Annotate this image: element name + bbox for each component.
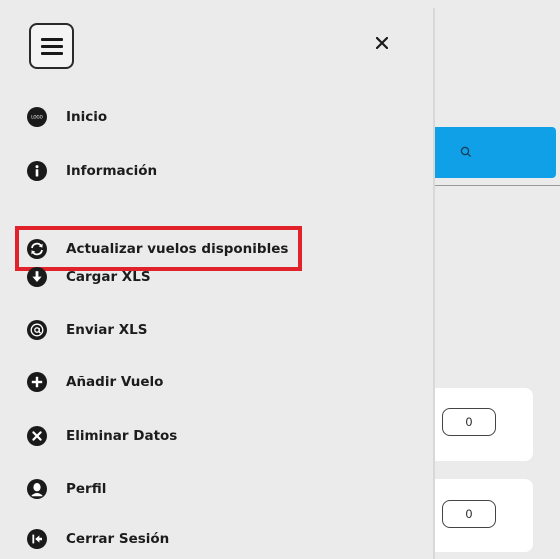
hamburger-line <box>40 51 63 55</box>
drawer-edge <box>433 8 435 559</box>
close-icon <box>376 37 388 49</box>
logo-icon: LOGO <box>27 107 47 127</box>
highlight-box <box>15 226 302 271</box>
quantity-counter[interactable]: 0 <box>442 408 496 436</box>
search-icon <box>460 146 472 158</box>
logout-icon <box>27 529 47 549</box>
x-circle-icon <box>27 426 47 446</box>
menu-item-label: Enviar XLS <box>66 322 148 338</box>
hamburger-line <box>40 37 63 41</box>
at-sign-icon <box>27 320 47 340</box>
divider <box>420 185 560 186</box>
flight-card: 0 <box>420 479 533 552</box>
menu-item-label: Añadir Vuelo <box>66 374 164 390</box>
menu-item-label: Eliminar Datos <box>66 428 178 444</box>
menu-item-label: Inicio <box>66 109 108 125</box>
user-icon <box>27 479 47 499</box>
search-button[interactable] <box>420 127 556 178</box>
menu-item-label: Información <box>66 163 158 179</box>
close-drawer-button[interactable] <box>371 32 393 54</box>
plus-circle-icon <box>27 372 47 392</box>
flight-card: 0 <box>420 388 533 461</box>
logo-text: LOGO <box>31 115 42 120</box>
menu-item-label: Cargar XLS <box>66 269 151 285</box>
quantity-counter[interactable]: 0 <box>442 500 496 528</box>
menu-item-label: Cerrar Sesión <box>66 531 170 547</box>
hamburger-menu-button[interactable] <box>29 23 74 69</box>
menu-item-label: Perfil <box>66 481 107 497</box>
download-arrow-icon <box>27 267 47 287</box>
hamburger-line <box>40 44 63 48</box>
info-icon <box>27 161 47 181</box>
